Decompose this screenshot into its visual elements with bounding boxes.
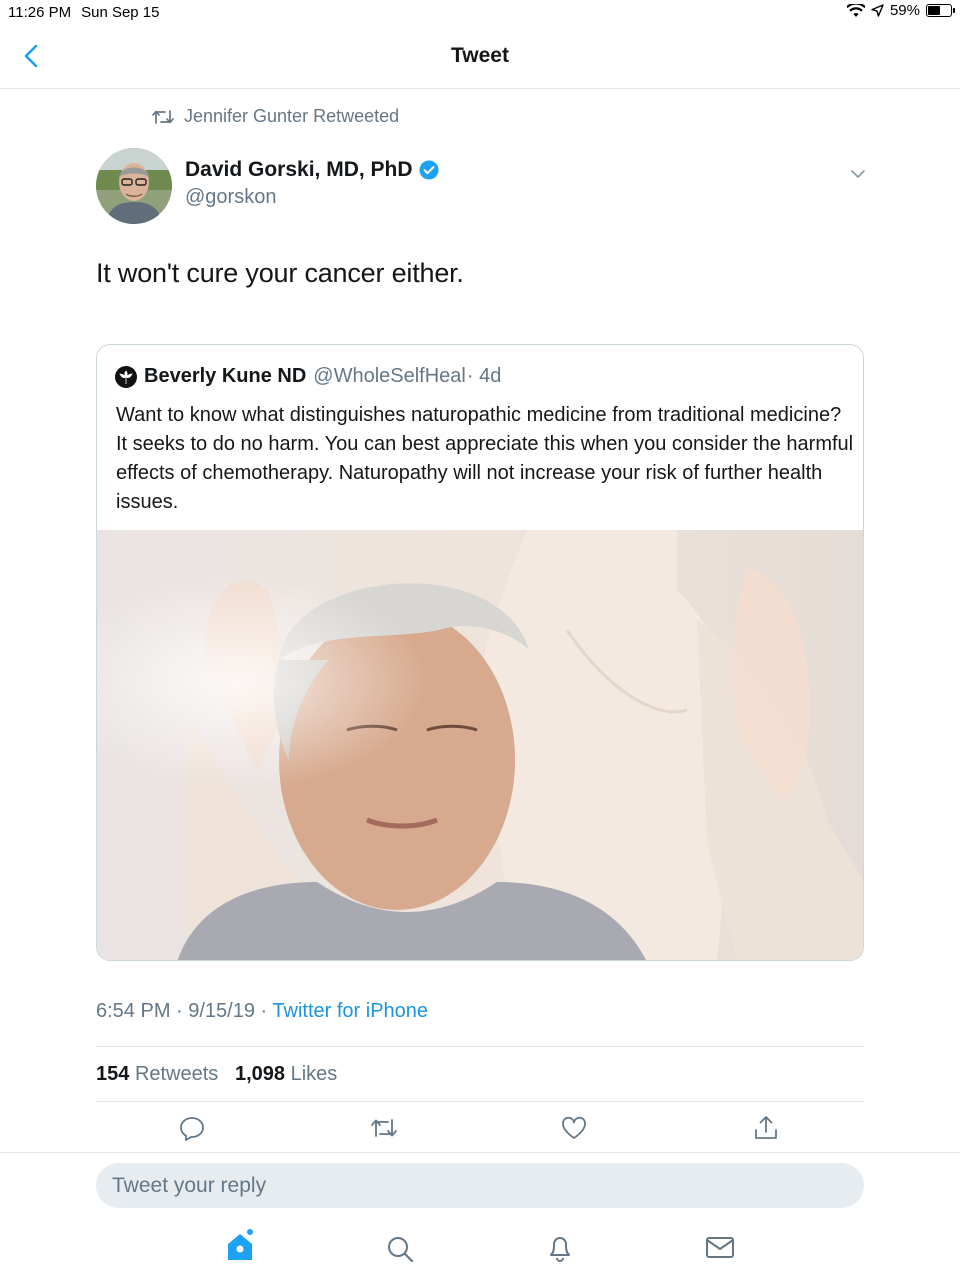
timestamp-text: 6:54 PM · 9/15/19 · [96,1000,273,1022]
status-bar-left: 11:26 PM Sun Sep 15 [8,4,160,21]
chevron-down-icon [851,170,865,178]
battery-icon [926,4,955,17]
retweets-label: Retweets [134,1063,219,1085]
quoted-tweet-header: Beverly Kune ND @WholeSelfHeal · 4d [115,365,501,388]
wifi-icon [846,3,865,17]
author-handle[interactable]: @gorskon [185,186,276,209]
tab-messages[interactable] [702,1226,738,1266]
retweet-button[interactable] [370,1114,398,1142]
page-title: Tweet [451,44,509,67]
mail-icon [706,1237,734,1258]
status-date: Sun Sep 15 [81,4,160,21]
retweet-icon [371,1119,397,1137]
tab-bar [0,1226,960,1280]
tweet-actions [96,1114,864,1146]
quoted-author-handle: @WholeSelfHeal [313,365,466,387]
share-icon [755,1116,777,1139]
tab-search[interactable] [382,1226,418,1266]
home-icon [228,1229,253,1260]
quoted-author-name: Beverly Kune ND [144,365,307,387]
author-photo [96,148,172,224]
reply-button[interactable] [178,1114,206,1142]
quoted-tweet-text: Want to know what distinguishes naturopa… [116,404,854,513]
quoted-tweet-image[interactable] [97,530,863,961]
battery-level [928,6,940,15]
status-time: 11:26 PM [8,4,72,21]
divider [96,1101,864,1102]
retweets-count: 154 [96,1063,130,1085]
tweet-stats: 154 Retweets 1,098 Likes [96,1063,337,1086]
status-bar-right: 59% [846,2,955,19]
likes-stat[interactable]: 1,098 Likes [235,1063,337,1085]
retweet-icon [152,109,174,124]
tab-notifications[interactable] [542,1226,578,1266]
quoted-tweet[interactable]: Beverly Kune ND @WholeSelfHeal · 4d Want… [96,344,864,961]
nav-bar: Tweet [0,26,960,89]
quoted-author-avatar [115,365,137,388]
bell-icon [550,1237,570,1262]
tweet-source-link[interactable]: Twitter for iPhone [272,1000,428,1022]
share-button[interactable] [752,1114,780,1142]
author-name-text: David Gorski, MD, PhD [185,158,413,181]
divider [96,1046,864,1047]
like-button[interactable] [560,1114,588,1142]
avatar[interactable] [96,148,172,224]
battery-percent: 59% [889,2,920,19]
tweet-text: It won't cure your cancer either. [96,258,464,288]
search-icon [388,1237,414,1263]
reply-input[interactable]: Tweet your reply [96,1163,864,1208]
likes-count: 1,098 [234,1063,286,1085]
retweet-context-label: Jennifer Gunter Retweeted [184,106,400,126]
likes-label: Likes [290,1063,338,1085]
tweet-timestamp: 6:54 PM · 9/15/19 · Twitter for iPhone [96,1000,428,1023]
retweets-stat[interactable]: 154 Retweets [96,1063,218,1085]
divider [0,1152,960,1153]
verified-badge-icon [419,160,439,180]
retweet-context[interactable]: Jennifer Gunter Retweeted [152,106,399,127]
tweet-options-button[interactable] [848,164,868,184]
reply-icon [180,1117,204,1141]
location-arrow-icon [871,4,884,17]
quoted-tweet-age: · 4d [466,365,502,387]
author-name[interactable]: David Gorski, MD, PhD [185,158,439,182]
tab-home[interactable] [222,1226,258,1266]
heart-icon [562,1116,586,1139]
